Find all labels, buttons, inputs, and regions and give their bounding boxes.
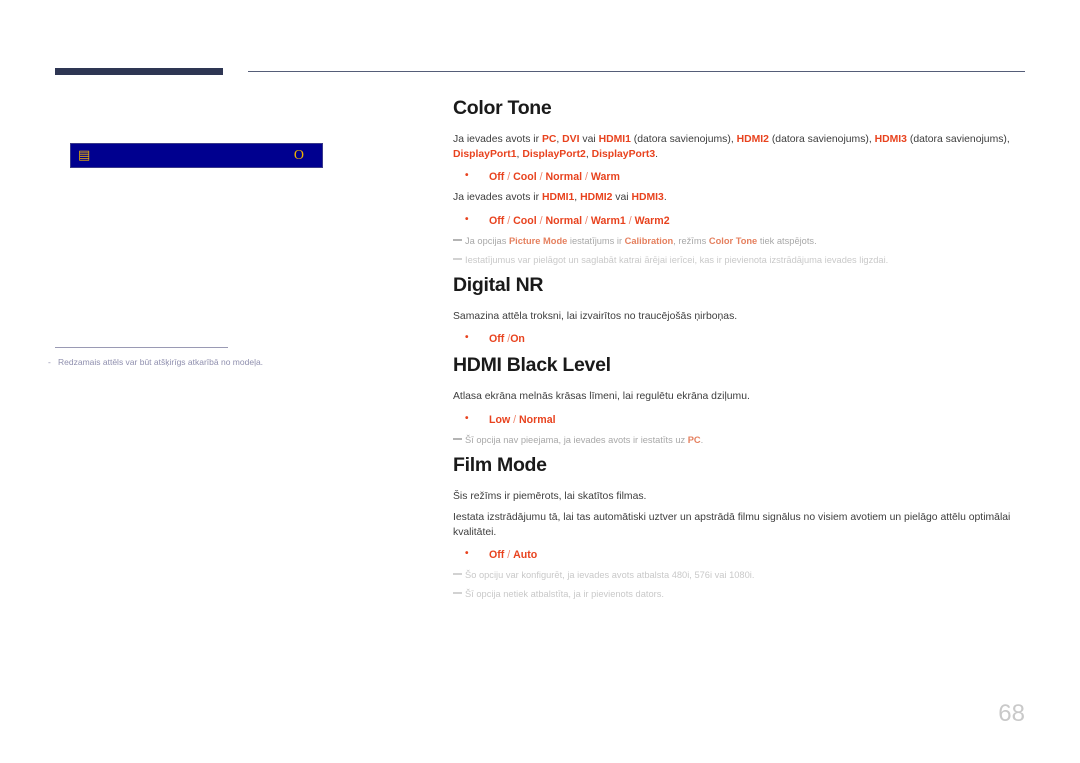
highlight-picture-mode: Picture Mode [508, 235, 568, 246]
digital-nr-options-list: Off /On [453, 330, 1025, 347]
color-tone-paragraph-2: Ja ievades avots ir HDMI1, HDMI2 vai HDM… [453, 191, 1025, 206]
text-fragment: vai [579, 134, 599, 145]
page-number: 68 [998, 700, 1025, 727]
osd-right-glyph: O [293, 148, 304, 163]
option-off: Off [489, 171, 505, 183]
highlight-hdmi2: HDMI2 [736, 134, 769, 145]
option-cool: Cool [513, 214, 537, 227]
section-title-film-mode: Film Mode [453, 453, 547, 476]
text-fragment: Ja opcijas [465, 235, 509, 246]
header-rule-line [248, 71, 1025, 72]
option-cool: Cool [513, 171, 537, 183]
option-on: On [510, 333, 525, 345]
option-off: Off [489, 214, 505, 227]
text-fragment: . [700, 434, 704, 445]
highlight-displayport3: DisplayPort3 [591, 148, 656, 160]
hdmi-black-level-options-list: Low / Normal [453, 411, 1025, 428]
header-accent-bar [55, 68, 223, 75]
option-item[interactable]: Off / Auto [465, 546, 1025, 563]
highlight-dvi: DVI [562, 134, 580, 145]
color-tone-options-list-1: Off / Cool / Normal / Warm [453, 168, 1025, 185]
left-footnote: - Redzamais attēls var būt atšķirīgs atka… [48, 356, 348, 368]
highlight-displayport1: DisplayPort1 [453, 148, 517, 160]
option-warm1: Warm1 [590, 214, 626, 227]
option-item[interactable]: Off / Cool / Normal / Warm1 / Warm2 [465, 212, 1025, 229]
film-mode-paragraph-2: Iestata izstrādājumu tā, lai tas automāt… [453, 512, 1011, 538]
option-separator: / [582, 214, 591, 227]
text-fragment: Ja ievades avots ir [453, 192, 542, 203]
text-fragment: iestatījums ir [567, 235, 625, 246]
film-mode-note-2: Šī opcija netiek atbalstīta, ja ir pievi… [453, 588, 1025, 601]
highlight-hdmi3: HDMI3 [631, 192, 664, 203]
option-off: Off [489, 549, 505, 561]
section-title-color-tone: Color Tone [453, 97, 552, 119]
color-tone-paragraph-1: Ja ievades avots ir PC, DVI vai HDMI1 (d… [453, 133, 1025, 162]
option-off: Off [489, 333, 505, 345]
footnote-dash: - [48, 357, 51, 367]
option-item[interactable]: Low / Normal [465, 411, 1025, 428]
section-title-digital-nr: Digital NR [453, 273, 544, 296]
text-fragment: . [655, 148, 659, 160]
highlight-calibration: Calibration [624, 235, 674, 246]
osd-preview-box: ▤ O [70, 143, 323, 168]
film-mode-note-1: Šo opciju var konfigurēt, ja ievades avo… [453, 569, 1025, 582]
color-tone-options-list-2: Off / Cool / Normal / Warm1 / Warm2 [453, 212, 1025, 229]
option-item[interactable]: Off /On [465, 330, 1025, 347]
section-title-hdmi-black-level: HDMI Black Level [453, 354, 611, 376]
option-low: Low [489, 413, 511, 426]
option-normal: Normal [545, 171, 583, 183]
color-tone-note-1: Ja opcijas Picture Mode iestatījums ir C… [453, 235, 1025, 248]
text-fragment: (datora savienojums), [630, 134, 737, 145]
option-auto: Auto [513, 549, 538, 561]
digital-nr-paragraph-1: Samazina attēla troksni, lai izvairītos … [453, 310, 738, 322]
text-fragment: (datora savienojums), [906, 134, 1010, 145]
option-separator: / [536, 171, 546, 183]
highlight-hdmi1: HDMI1 [541, 192, 575, 203]
footnote-text: Redzamais attēls var būt atšķirīgs atkar… [58, 357, 264, 367]
highlight-hdmi1: HDMI1 [598, 134, 631, 145]
highlight-hdmi2: HDMI2 [580, 192, 613, 203]
option-warm2: Warm2 [634, 214, 670, 227]
option-separator: / [504, 214, 514, 227]
color-tone-note-2: Iestatījumus var pielāgot un saglabāt ka… [453, 254, 1025, 267]
film-mode-options-list: Off / Auto [453, 546, 1025, 563]
option-normal: Normal [545, 214, 583, 227]
text-fragment: tiek atspējots. [757, 235, 817, 246]
highlight-pc: PC [687, 434, 701, 445]
text-fragment: (datora savienojums), [768, 134, 875, 145]
left-footnote-divider [55, 347, 228, 348]
option-item[interactable]: Off / Cool / Normal / Warm [465, 168, 1025, 185]
highlight-displayport2: DisplayPort2 [522, 148, 586, 160]
film-mode-paragraph-1: Šis režīms ir piemērots, lai skatītos fi… [453, 490, 647, 502]
hdmi-black-level-paragraph-1: Atlasa ekrāna melnās krāsas līmeni, lai … [453, 391, 750, 402]
option-separator: / [504, 549, 514, 561]
option-separator: / [504, 171, 514, 183]
text-fragment: Ja ievades avots ir [453, 134, 542, 145]
menu-lock-icon: ▤ [78, 148, 91, 163]
text-fragment: , režīms [673, 235, 709, 246]
hdmi-black-level-note-1: Šī opcija nav pieejama, ja ievades avots… [453, 434, 1025, 447]
highlight-hdmi3: HDMI3 [874, 134, 907, 145]
highlight-pc: PC [541, 134, 557, 145]
option-warm: Warm [590, 171, 620, 183]
highlight-color-tone: Color Tone [708, 235, 758, 246]
option-separator: / [582, 171, 591, 183]
text-fragment: . [663, 192, 667, 203]
option-separator: / [625, 214, 635, 227]
option-normal: Normal [519, 413, 556, 426]
option-separator: / [510, 413, 520, 426]
text-fragment: vai [612, 192, 632, 203]
text-fragment: Šī opcija nav pieejama, ja ievades avots… [465, 434, 688, 445]
option-separator: / [536, 214, 546, 227]
main-content: Color Tone Ja ievades avots ir PC, DVI v… [453, 96, 1025, 607]
